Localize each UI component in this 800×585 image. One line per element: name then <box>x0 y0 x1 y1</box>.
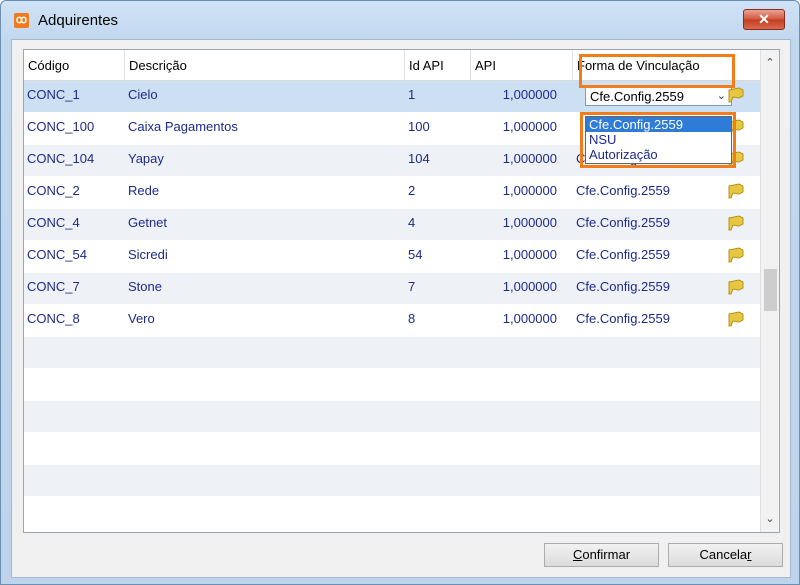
flag-icon[interactable] <box>727 247 745 263</box>
cancel-accelerator: r <box>747 547 752 562</box>
empty-row <box>24 497 760 529</box>
window-title: Adquirentes <box>38 12 119 29</box>
cell-descricao: Getnet <box>128 215 168 230</box>
empty-row <box>24 433 760 465</box>
cell-forma-de-vinculacao: Cfe.Config.2559 <box>576 247 670 262</box>
column-header-codigo[interactable]: Código <box>24 50 125 80</box>
empty-row <box>24 465 760 497</box>
cell-api: 1,000000 <box>502 119 557 134</box>
highlight-box-header <box>579 54 735 88</box>
flag-icon[interactable] <box>727 279 745 295</box>
cell-api: 1,000000 <box>502 311 557 326</box>
cell-codigo: CONC_2 <box>27 183 80 198</box>
vertical-scrollbar[interactable]: ⌃ ⌄ <box>760 50 779 532</box>
cell-descricao: Yapay <box>128 151 164 166</box>
cell-id-api: 54 <box>408 247 423 262</box>
cancel-button[interactable]: Cancelar <box>668 543 783 567</box>
cell-id-api: 7 <box>408 279 416 294</box>
cell-forma-de-vinculacao: Cfe.Config.2559 <box>576 279 670 294</box>
cell-descricao: Vero <box>128 311 155 326</box>
column-header-descricao[interactable]: Descrição <box>125 50 405 80</box>
table-row[interactable]: CONC_54 Sicredi 54 1,000000 Cfe.Config.2… <box>24 241 760 273</box>
column-header-id-api[interactable]: Id API <box>405 50 471 80</box>
cell-descricao: Caixa Pagamentos <box>128 119 238 134</box>
flag-icon[interactable] <box>727 183 745 199</box>
close-button[interactable]: ✕ <box>743 9 785 30</box>
scroll-down-icon[interactable]: ⌄ <box>761 510 779 528</box>
scrollbar-thumb[interactable] <box>764 269 777 311</box>
cell-id-api: 2 <box>408 183 416 198</box>
cell-descricao: Stone <box>128 279 162 294</box>
table-row[interactable]: CONC_7 Stone 7 1,000000 Cfe.Config.2559 <box>24 273 760 305</box>
table-row[interactable]: CONC_2 Rede 2 1,000000 Cfe.Config.2559 <box>24 177 760 209</box>
cell-id-api: 104 <box>408 151 430 166</box>
flag-icon[interactable] <box>727 311 745 327</box>
cell-id-api: 4 <box>408 215 416 230</box>
cell-api: 1,000000 <box>502 247 557 262</box>
cell-descricao: Rede <box>128 183 160 198</box>
cell-forma-de-vinculacao: Cfe.Config.2559 <box>576 215 670 230</box>
flag-icon[interactable] <box>727 215 745 231</box>
cell-api: 1,000000 <box>502 215 557 230</box>
cell-codigo: CONC_8 <box>27 311 80 326</box>
highlight-box-dropdown <box>580 112 736 168</box>
adquirentes-window: ꝏ Adquirentes ✕ Código Descrição Id API … <box>0 0 800 585</box>
cell-id-api: 100 <box>408 119 430 134</box>
cell-codigo: CONC_7 <box>27 279 80 294</box>
cell-codigo: CONC_104 <box>27 151 95 166</box>
cell-codigo: CONC_4 <box>27 215 80 230</box>
combo-value: Cfe.Config.2559 <box>590 89 684 104</box>
chevron-down-icon[interactable]: ⌄ <box>717 89 726 103</box>
cell-codigo: CONC_100 <box>27 119 95 134</box>
cell-codigo: CONC_54 <box>27 247 87 262</box>
cell-api: 1,000000 <box>502 183 557 198</box>
table-row[interactable]: CONC_8 Vero 8 1,000000 Cfe.Config.2559 <box>24 305 760 337</box>
empty-row <box>24 369 760 401</box>
cancel-label: Cancela <box>699 547 748 562</box>
column-header-api[interactable]: API <box>471 50 573 80</box>
empty-row <box>24 337 760 369</box>
cell-descricao: Sicredi <box>128 247 168 262</box>
cell-forma-de-vinculacao: Cfe.Config.2559 <box>576 311 670 326</box>
cell-codigo: CONC_1 <box>27 87 80 102</box>
cell-forma-de-vinculacao: Cfe.Config.2559 <box>576 183 670 198</box>
confirm-accelerator: C <box>572 547 583 562</box>
app-logo-icon: ꝏ <box>14 13 29 28</box>
cell-id-api: 8 <box>408 311 416 326</box>
cell-api: 1,000000 <box>502 151 557 166</box>
title-bar: ꝏ Adquirentes ✕ <box>1 1 799 39</box>
scroll-up-icon[interactable]: ⌃ <box>761 54 779 72</box>
confirm-button[interactable]: Confirmar <box>544 543 659 567</box>
empty-row <box>24 401 760 433</box>
cell-api: 1,000000 <box>502 87 557 102</box>
flag-icon[interactable] <box>727 87 745 103</box>
confirm-label: onfirmar <box>582 547 631 562</box>
cell-descricao: Cielo <box>128 87 158 102</box>
table-row[interactable]: CONC_4 Getnet 4 1,000000 Cfe.Config.2559 <box>24 209 760 241</box>
adquirentes-grid: Código Descrição Id API API Forma de Vin… <box>23 49 780 533</box>
dialog-client-area: Código Descrição Id API API Forma de Vin… <box>11 39 791 578</box>
cell-id-api: 1 <box>408 87 416 102</box>
cell-api: 1,000000 <box>502 279 557 294</box>
forma-vinculacao-combo[interactable]: Cfe.Config.2559 ⌄ <box>585 86 732 106</box>
